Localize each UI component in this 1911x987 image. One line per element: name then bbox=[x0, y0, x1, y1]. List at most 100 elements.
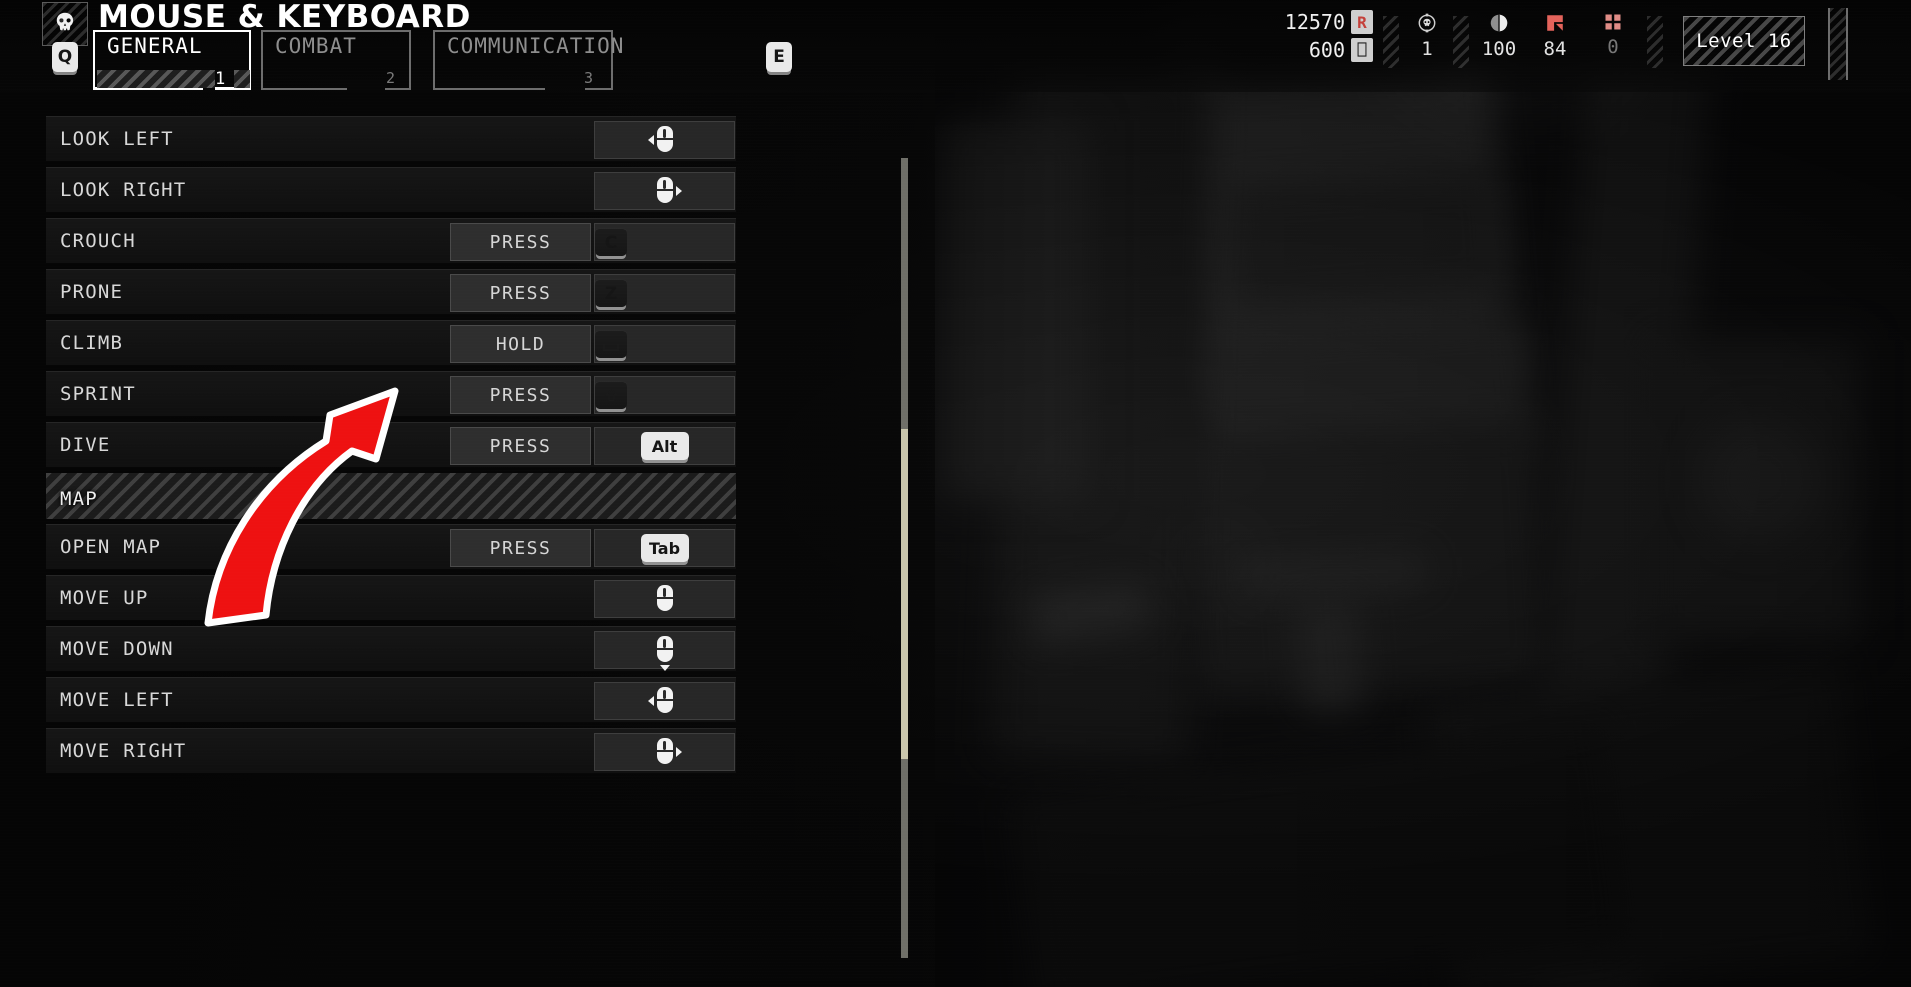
tab-communication-number: 3 bbox=[583, 69, 593, 87]
arrow-right-icon bbox=[675, 747, 682, 757]
medals-stat: 1 bbox=[1405, 12, 1449, 60]
binding-action-label: MOVE RIGHT bbox=[60, 740, 187, 762]
stim-stat: 84 bbox=[1527, 12, 1583, 60]
binding-action-label: MOVE LEFT bbox=[60, 689, 174, 711]
header-bar: MOUSE & KEYBOARD Q E 1 GENERAL COMBAT 2 … bbox=[0, 0, 1911, 92]
tab-progress-tail bbox=[234, 70, 250, 88]
hud-separator bbox=[1647, 16, 1663, 68]
mouse-icon-left bbox=[647, 687, 676, 715]
table-row[interactable]: MOVE LEFT bbox=[46, 677, 736, 722]
samples-amount: 600 bbox=[1308, 38, 1345, 62]
keycap-z-icon: Z bbox=[595, 279, 627, 307]
arrow-right-icon bbox=[675, 186, 682, 196]
keycap-alt-icon: Alt bbox=[640, 432, 689, 460]
table-row[interactable]: MOVE UP bbox=[46, 575, 736, 620]
binding-key-button[interactable]: C bbox=[594, 223, 735, 261]
binding-action-label: CLIMB bbox=[60, 332, 124, 354]
table-row[interactable]: MOVE RIGHT bbox=[46, 728, 736, 773]
mouse-icon-right bbox=[654, 738, 682, 766]
binding-mode-button[interactable]: PRESS bbox=[450, 274, 591, 312]
binding-key-button[interactable]: Alt bbox=[594, 427, 735, 465]
binding-key-button[interactable] bbox=[594, 325, 735, 363]
binding-mode-button[interactable]: HOLD bbox=[450, 325, 591, 363]
binding-action-label: MOVE DOWN bbox=[60, 638, 174, 660]
binding-action-label: LOOK RIGHT bbox=[60, 179, 187, 201]
half-circle-icon bbox=[1490, 14, 1508, 32]
binding-mode-button[interactable]: PRESS bbox=[450, 427, 591, 465]
level-badge: Level 16 bbox=[1683, 16, 1805, 66]
grid-value: 0 bbox=[1607, 36, 1619, 58]
binding-key-button[interactable] bbox=[594, 376, 735, 414]
hud-separator bbox=[1383, 16, 1399, 68]
keycap-shift-icon bbox=[595, 381, 627, 409]
binding-key-button[interactable] bbox=[594, 580, 735, 618]
tab-combat-number: 2 bbox=[385, 69, 395, 87]
tab-general-number: 1 bbox=[215, 69, 226, 89]
mouse-icon-plain bbox=[654, 585, 676, 613]
stim-value: 84 bbox=[1543, 38, 1567, 60]
prev-tab-key[interactable]: Q bbox=[52, 42, 78, 72]
table-row[interactable]: OPEN MAP PRESS Tab bbox=[46, 524, 736, 569]
arrow-down-icon bbox=[659, 665, 670, 671]
tab-progress-hatch bbox=[97, 70, 215, 88]
scrollbar-thumb[interactable] bbox=[901, 429, 908, 759]
binding-key-button[interactable]: Z bbox=[594, 274, 735, 312]
red-corner-icon bbox=[1547, 15, 1563, 31]
currency-block: 12570 R 600 ⎕ bbox=[1255, 8, 1373, 64]
skull-medal-icon bbox=[1418, 13, 1436, 33]
table-row[interactable]: SPRINT PRESS bbox=[46, 371, 736, 416]
tab-general-label: GENERAL bbox=[107, 34, 203, 58]
binding-mode-button[interactable]: PRESS bbox=[450, 529, 591, 567]
arrow-left-icon bbox=[647, 696, 654, 706]
binding-key-button[interactable] bbox=[594, 172, 735, 210]
keycap-space-icon bbox=[595, 330, 627, 358]
hud-edge-bar bbox=[1828, 8, 1848, 80]
table-row[interactable]: PRONE PRESS Z bbox=[46, 269, 736, 314]
mouse-icon-left bbox=[647, 126, 676, 154]
binding-action-label: SPRINT bbox=[60, 383, 136, 405]
section-header-map: MAP bbox=[46, 473, 736, 519]
table-row[interactable]: LOOK LEFT bbox=[46, 116, 736, 161]
samples-icon: ⎕ bbox=[1351, 38, 1373, 62]
page-title: MOUSE & KEYBOARD bbox=[98, 0, 471, 35]
next-tab-key[interactable]: E bbox=[766, 42, 792, 72]
binding-key-button[interactable]: Tab bbox=[594, 529, 735, 567]
four-dot-grid-icon bbox=[1605, 14, 1621, 30]
level-label: Level 16 bbox=[1696, 30, 1792, 52]
table-row[interactable]: CLIMB HOLD bbox=[46, 320, 736, 365]
binding-key-button[interactable] bbox=[594, 733, 735, 771]
requisition-r-icon: R bbox=[1351, 10, 1373, 34]
grid-stat: 0 bbox=[1585, 12, 1641, 58]
tab-general[interactable]: 1 GENERAL bbox=[93, 30, 251, 90]
section-hatch bbox=[46, 473, 736, 519]
warbond-value: 100 bbox=[1481, 38, 1517, 60]
keycap-tab-icon: Tab bbox=[640, 534, 689, 562]
section-label: MAP bbox=[60, 488, 98, 510]
binding-action-label: CROUCH bbox=[60, 230, 136, 252]
binding-key-button[interactable] bbox=[594, 682, 735, 720]
table-row[interactable]: LOOK RIGHT bbox=[46, 167, 736, 212]
warbond-stat: 100 bbox=[1471, 12, 1527, 60]
scrollbar-track[interactable] bbox=[901, 158, 908, 958]
keycap-c-icon: C bbox=[595, 228, 627, 256]
table-row[interactable]: CROUCH PRESS C bbox=[46, 218, 736, 263]
table-row[interactable]: DIVE PRESS Alt bbox=[46, 422, 736, 467]
keybinding-list[interactable]: LOOK LEFT LOOK RIGHT CROUCH PRESS C PRONE PRES… bbox=[46, 116, 896, 987]
mouse-icon-down bbox=[654, 636, 676, 671]
mouse-icon-right bbox=[654, 177, 682, 205]
binding-action-label: PRONE bbox=[60, 281, 124, 303]
binding-key-button[interactable] bbox=[594, 121, 735, 159]
binding-mode-button[interactable]: PRESS bbox=[450, 376, 591, 414]
hud-separator bbox=[1453, 16, 1469, 68]
binding-key-button[interactable] bbox=[594, 631, 735, 671]
binding-mode-button[interactable]: PRESS bbox=[450, 223, 591, 261]
binding-action-label: LOOK LEFT bbox=[60, 128, 174, 150]
arrow-left-icon bbox=[647, 135, 654, 145]
tab-communication[interactable]: COMMUNICATION 3 bbox=[433, 30, 623, 90]
binding-action-label: DIVE bbox=[60, 434, 111, 456]
medals-value: 1 bbox=[1421, 38, 1433, 60]
binding-action-label: MOVE UP bbox=[60, 587, 149, 609]
binding-action-label: OPEN MAP bbox=[60, 536, 162, 558]
tab-combat[interactable]: COMBAT 2 bbox=[261, 30, 417, 90]
table-row[interactable]: MOVE DOWN bbox=[46, 626, 736, 671]
